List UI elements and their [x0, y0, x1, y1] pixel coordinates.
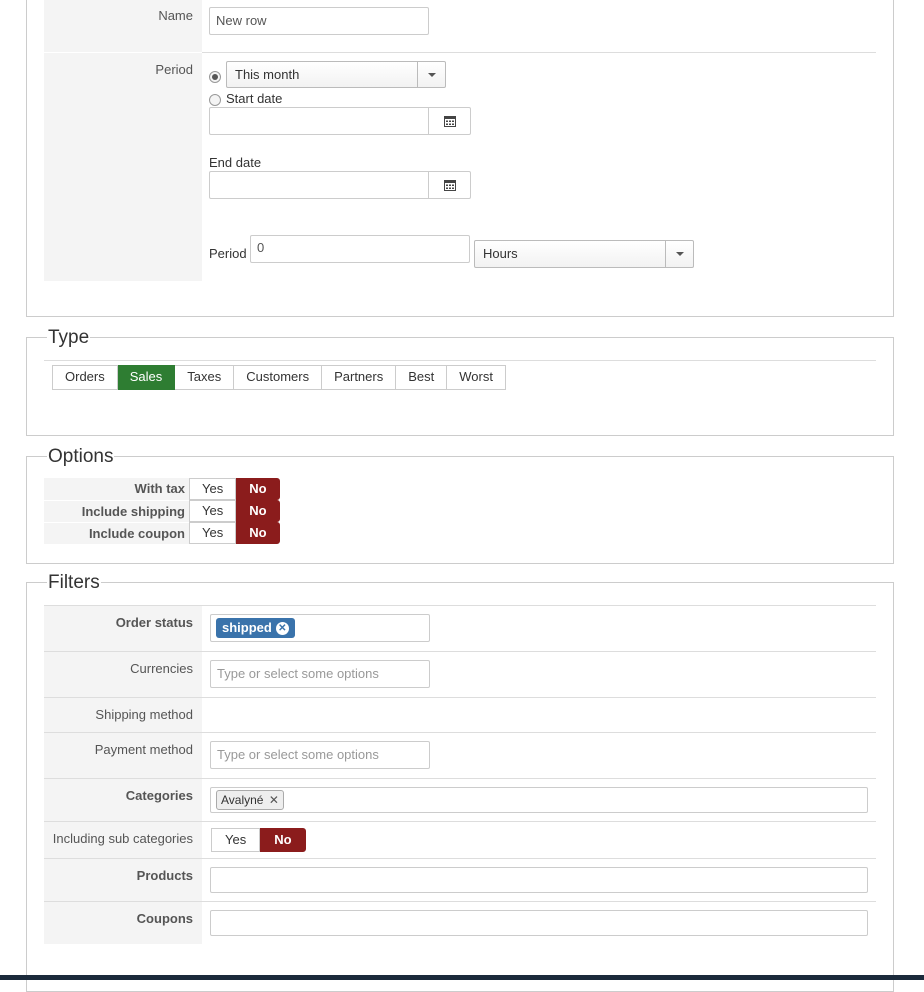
tab-best[interactable]: Best — [396, 365, 448, 390]
period-count-label: Period — [209, 246, 247, 261]
calendar-icon[interactable] — [428, 172, 470, 198]
currencies-label: Currencies — [44, 652, 202, 697]
include-coupon-toggle: Yes No — [189, 522, 280, 544]
end-date-label: End date — [209, 155, 262, 170]
include-coupon-yes[interactable]: Yes — [189, 522, 237, 544]
include-coupon-label: Include coupon — [44, 522, 189, 544]
sub-categories-yes[interactable]: Yes — [211, 828, 261, 852]
bottom-bar — [0, 975, 924, 980]
period-count-input[interactable]: 0 — [250, 235, 470, 263]
chevron-down-icon — [665, 241, 693, 267]
type-tabs: Orders Sales Taxes Customers Partners Be… — [52, 365, 506, 390]
remove-tag-icon[interactable]: ✕ — [275, 622, 289, 635]
categories-tag-label: Avalyné — [221, 793, 264, 807]
tab-orders[interactable]: Orders — [52, 365, 118, 390]
categories-input[interactable] — [210, 787, 868, 813]
categories-tag: Avalyné ✕ — [216, 790, 284, 810]
name-input[interactable]: New row — [209, 7, 429, 35]
include-shipping-yes[interactable]: Yes — [189, 500, 237, 522]
start-date-input[interactable] — [209, 107, 471, 135]
currencies-input[interactable]: Type or select some options — [210, 660, 430, 688]
order-status-tag: shipped ✕ — [216, 618, 295, 638]
tab-partners[interactable]: Partners — [322, 365, 397, 390]
period-preset-value: This month — [235, 67, 300, 82]
name-label: Name — [44, 0, 202, 52]
order-status-tag-label: shipped — [222, 620, 272, 635]
period-preset-radio[interactable] — [209, 71, 221, 83]
shipping-method-label: Shipping method — [44, 698, 202, 732]
calendar-icon[interactable] — [428, 108, 470, 134]
include-shipping-label: Include shipping — [44, 500, 189, 522]
start-date-label: Start date — [226, 91, 283, 106]
tab-worst[interactable]: Worst — [447, 365, 506, 390]
period-label: Period — [44, 53, 202, 281]
type-legend: Type — [47, 326, 91, 350]
period-preset-select[interactable]: This month — [226, 61, 446, 88]
filters-legend: Filters — [47, 571, 101, 595]
tab-customers[interactable]: Customers — [234, 365, 323, 390]
custom-range-radio[interactable] — [209, 94, 221, 106]
products-label: Products — [44, 859, 202, 901]
with-tax-yes[interactable]: Yes — [189, 478, 237, 500]
remove-tag-icon[interactable]: ✕ — [269, 793, 279, 807]
coupons-label: Coupons — [44, 902, 202, 944]
payment-method-input[interactable]: Type or select some options — [210, 741, 430, 769]
type-divider — [44, 360, 876, 361]
include-shipping-toggle: Yes No — [189, 500, 280, 522]
tab-sales[interactable]: Sales — [117, 365, 176, 390]
include-coupon-no[interactable]: No — [236, 522, 280, 544]
chevron-down-icon — [417, 62, 445, 87]
row-divider — [202, 52, 876, 53]
options-legend: Options — [47, 445, 115, 469]
period-unit-value: Hours — [483, 246, 518, 261]
tab-taxes[interactable]: Taxes — [175, 365, 235, 390]
with-tax-label: With tax — [44, 478, 189, 500]
coupons-input[interactable] — [210, 910, 868, 936]
include-shipping-no[interactable]: No — [236, 500, 280, 522]
sub-categories-label: Including sub categories — [44, 822, 202, 858]
end-date-input[interactable] — [209, 171, 471, 199]
with-tax-toggle: Yes No — [189, 478, 280, 500]
categories-label: Categories — [44, 779, 202, 821]
period-unit-select[interactable]: Hours — [474, 240, 694, 268]
products-input[interactable] — [210, 867, 868, 893]
sub-categories-no[interactable]: No — [260, 828, 306, 852]
with-tax-no[interactable]: No — [236, 478, 280, 500]
order-status-label: Order status — [44, 606, 202, 651]
payment-method-label: Payment method — [44, 733, 202, 778]
sub-categories-toggle: Yes No — [211, 828, 306, 852]
